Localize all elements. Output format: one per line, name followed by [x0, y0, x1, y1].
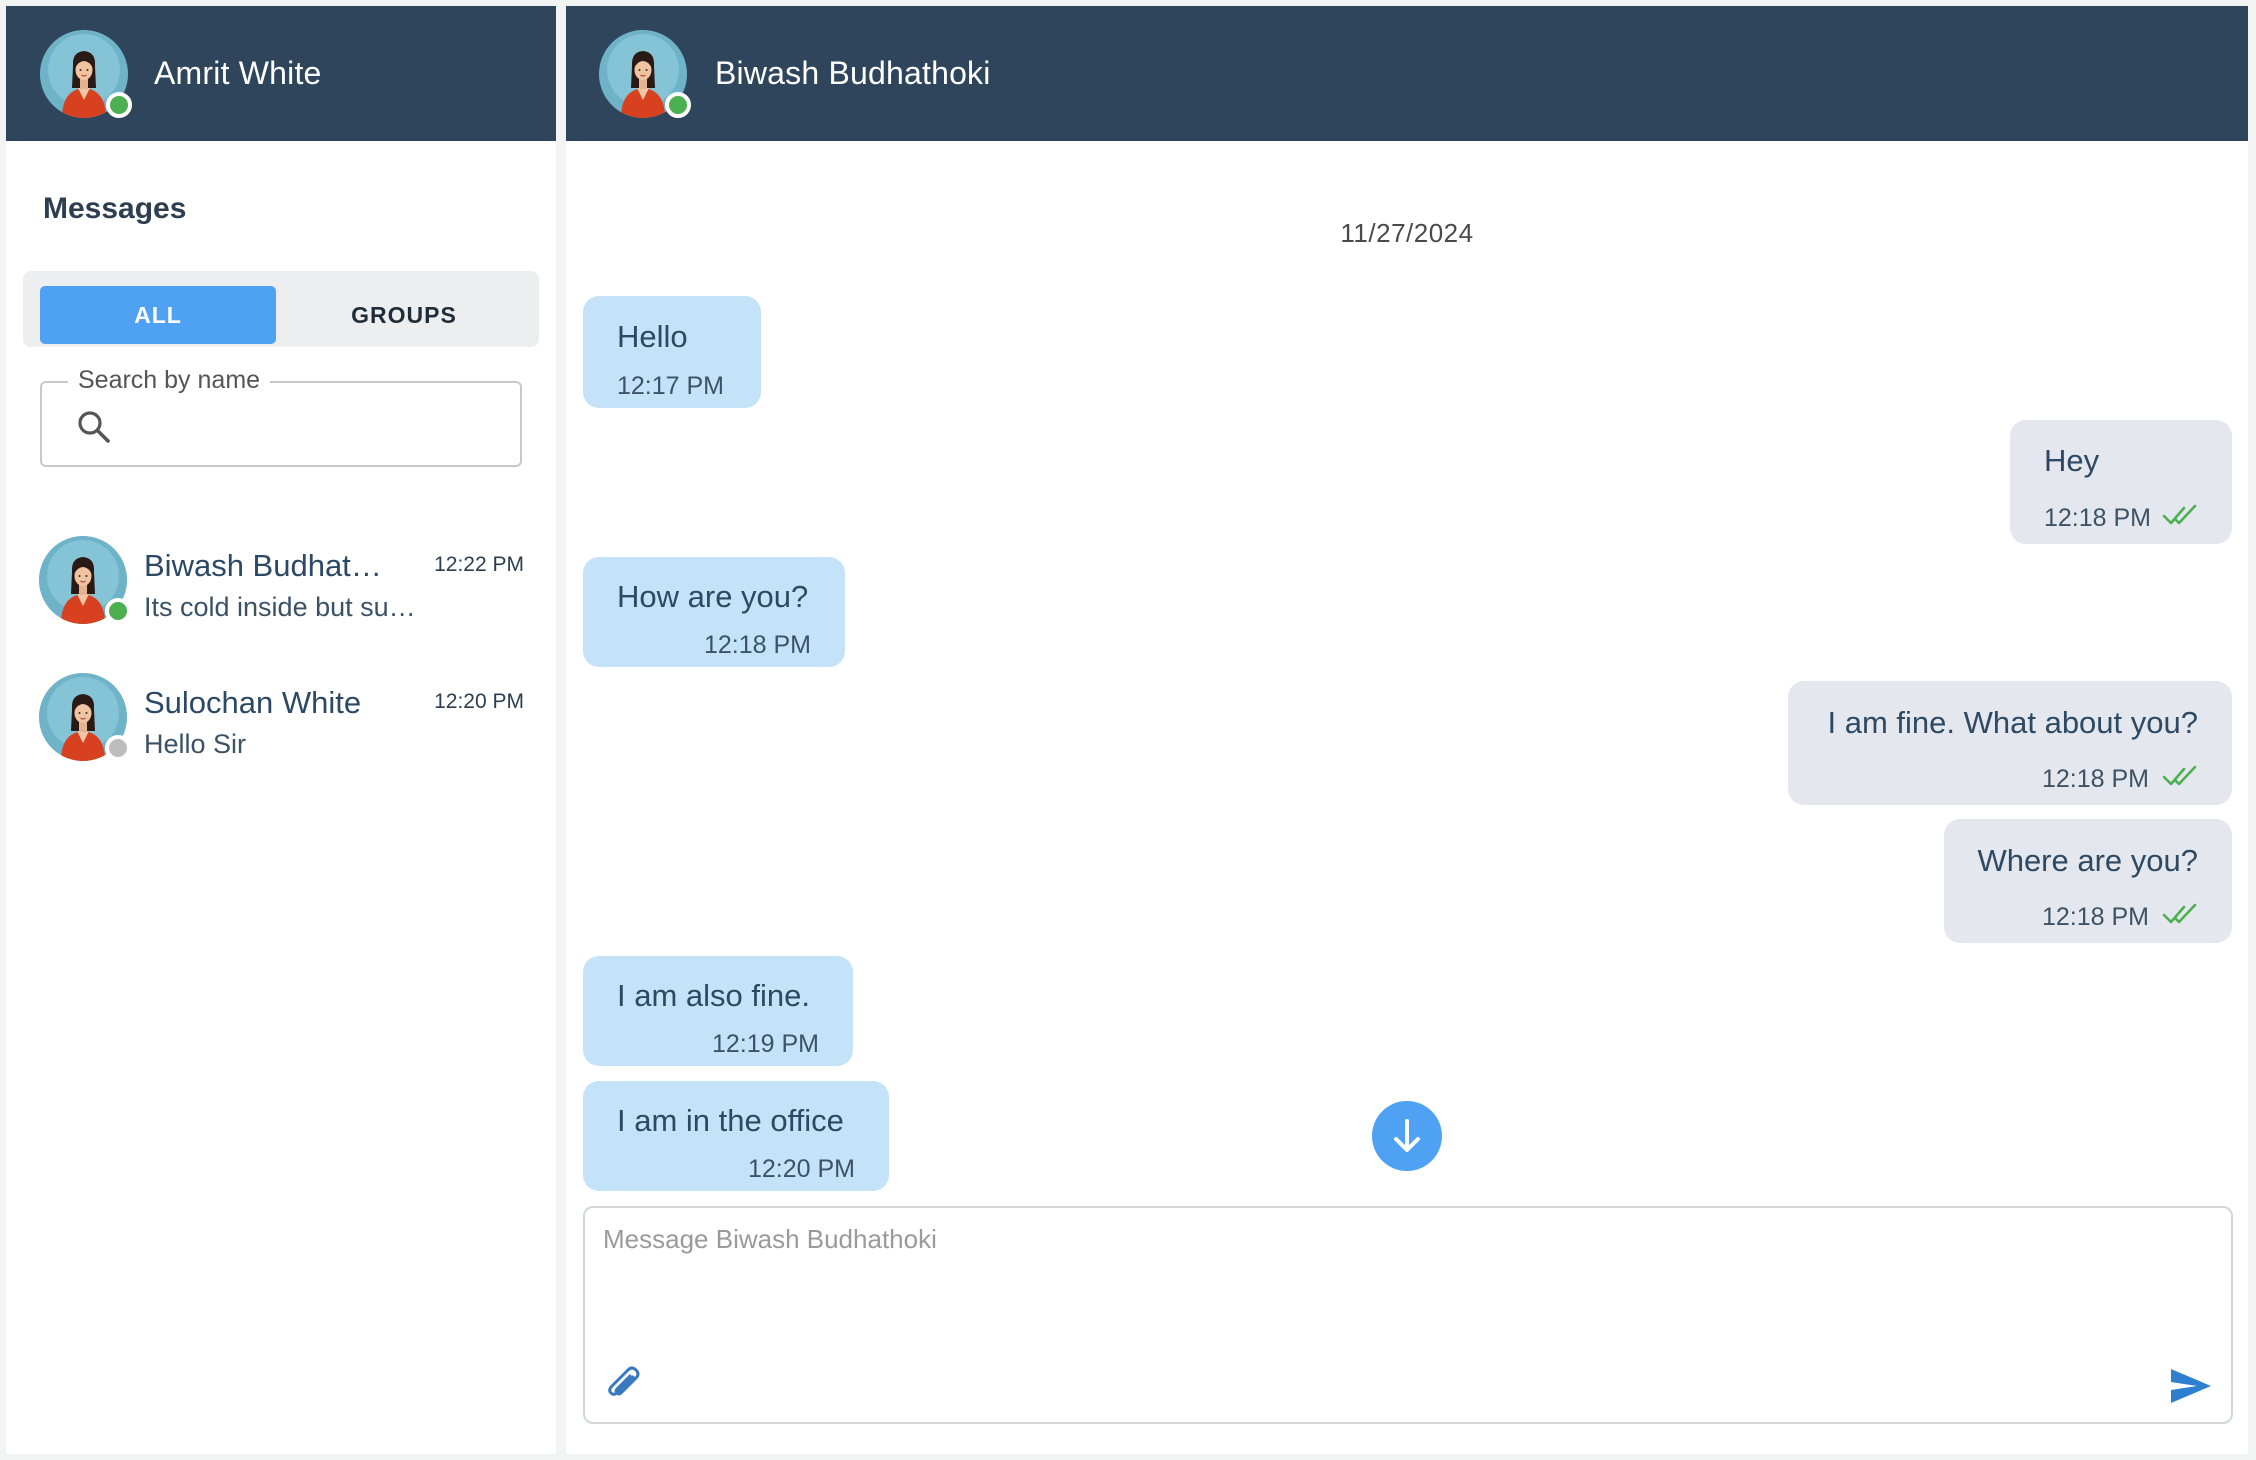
- search-input[interactable]: [132, 397, 502, 453]
- message-time: 12:17 PM: [617, 372, 725, 400]
- chat-partner-avatar[interactable]: [599, 29, 691, 118]
- incoming-message: I am also fine. 12:19 PM: [583, 956, 853, 1066]
- message-text: I am also fine.: [617, 978, 810, 1013]
- message-time: 12:20 PM: [747, 1155, 855, 1183]
- chat-header: Biwash Budhathoki: [566, 6, 2248, 141]
- message-text: Hello: [617, 319, 688, 354]
- online-status-indicator: [105, 598, 131, 624]
- send-icon[interactable]: [2169, 1366, 2213, 1406]
- contact-list-item[interactable]: Biwash Budhathoki Its cold inside but su…: [6, 536, 556, 646]
- search-field[interactable]: Search by name: [40, 366, 522, 467]
- contact-name: Biwash Budhathoki: [144, 548, 394, 583]
- conversation-sidebar: Amrit White Messages ALL GROUPS Search b…: [6, 6, 556, 1454]
- outgoing-message: Where are you? 12:18 PM: [1944, 819, 2232, 943]
- chat-partner-name: Biwash Budhathoki: [715, 55, 991, 91]
- chat-panel: Biwash Budhathoki 11/27/2024 Hello 12:17…: [566, 6, 2248, 1454]
- contact-last-message: Hello Sir: [144, 729, 247, 759]
- search-field-label: Search by name: [68, 366, 271, 395]
- message-composer: [583, 1206, 2233, 1424]
- message-input[interactable]: [603, 1224, 2203, 1344]
- incoming-message: I am in the office 12:20 PM: [583, 1081, 889, 1191]
- scroll-to-bottom-button[interactable]: [1372, 1101, 1442, 1171]
- message-text: Hey: [2044, 443, 2100, 478]
- message-time: 12:18 PM: [703, 631, 811, 659]
- search-icon: [78, 411, 110, 443]
- offline-status-indicator: [105, 735, 131, 761]
- contact-avatar: [39, 536, 131, 624]
- read-receipt-icon: [2162, 765, 2198, 787]
- tab-groups[interactable]: GROUPS: [276, 286, 532, 344]
- outgoing-message: I am fine. What about you? 12:18 PM: [1788, 681, 2232, 805]
- read-receipt-icon: [2162, 903, 2198, 925]
- contact-last-message-time: 12:20 PM: [434, 690, 524, 713]
- date-divider: 11/27/2024: [1340, 218, 1474, 248]
- current-user-avatar[interactable]: [40, 29, 132, 118]
- online-status-indicator: [106, 91, 132, 118]
- message-time: 12:18 PM: [2044, 504, 2152, 532]
- tab-all[interactable]: ALL: [40, 286, 276, 344]
- message-text: How are you?: [617, 579, 809, 614]
- contact-list-item[interactable]: Sulochan White Hello Sir 12:20 PM: [6, 673, 556, 783]
- incoming-message: How are you? 12:18 PM: [583, 557, 845, 667]
- contact-last-message-time: 12:22 PM: [434, 553, 524, 576]
- outgoing-message: Hey 12:18 PM: [2010, 420, 2232, 544]
- current-user-name: Amrit White: [154, 55, 322, 91]
- message-text: I am in the office: [617, 1103, 844, 1138]
- conversation-filter-tabs: ALL GROUPS: [23, 271, 539, 347]
- arrow-down-icon: [1394, 1119, 1420, 1152]
- message-time: 12:18 PM: [2042, 903, 2150, 931]
- contact-last-message: Its cold inside but sunny outside: [144, 592, 419, 622]
- messages-heading: Messages: [43, 192, 187, 225]
- message-text: Where are you?: [1977, 843, 2198, 878]
- message-text: I am fine. What about you?: [1827, 705, 2199, 740]
- message-time: 12:18 PM: [2042, 765, 2150, 793]
- sidebar-header: Amrit White: [6, 6, 556, 141]
- online-status-indicator: [665, 91, 691, 118]
- message-time: 12:19 PM: [711, 1030, 819, 1058]
- read-receipt-icon: [2162, 504, 2198, 526]
- incoming-message: Hello 12:17 PM: [583, 296, 761, 408]
- contact-name: Sulochan White: [144, 685, 362, 720]
- paperclip-icon[interactable]: [603, 1363, 645, 1405]
- contact-avatar: [39, 673, 131, 761]
